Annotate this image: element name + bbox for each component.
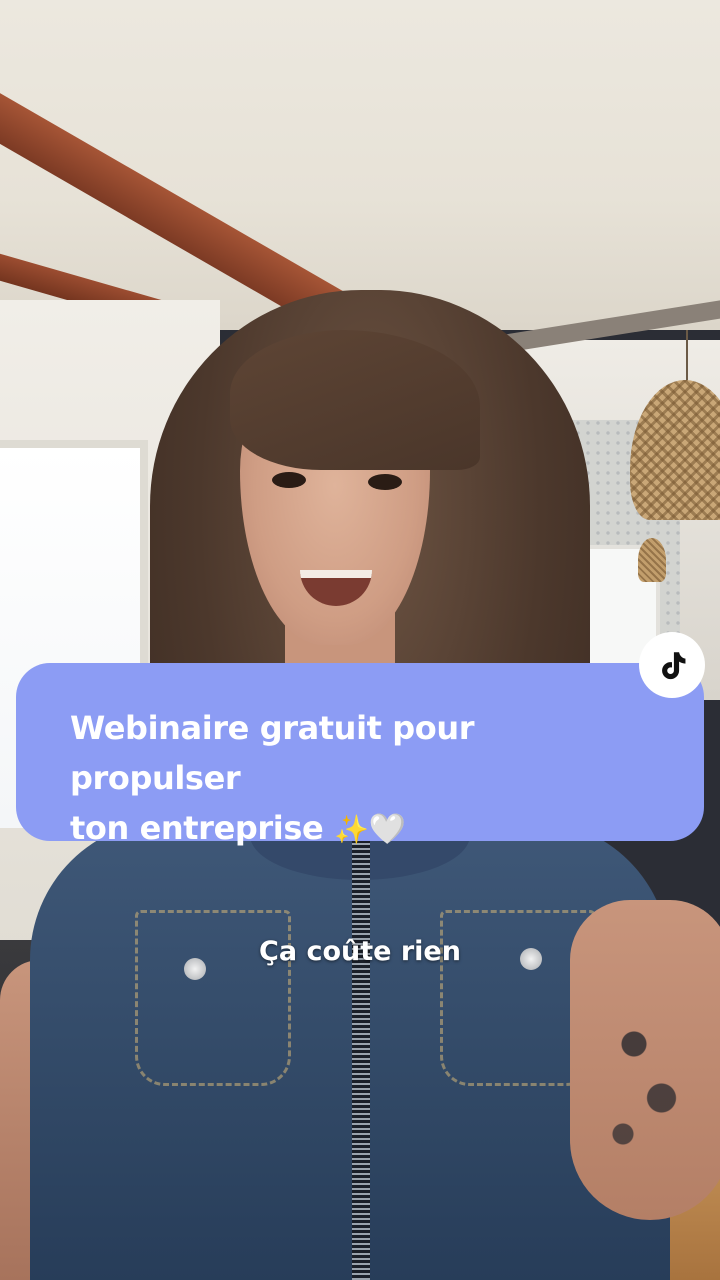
tiktok-icon: [662, 652, 686, 680]
small-pendant-lamp: [638, 538, 666, 582]
white-heart-emoji: 🤍: [368, 812, 406, 847]
caption-line-1: Webinaire gratuit pour propulser: [70, 709, 475, 797]
caption-banner: Webinaire gratuit pour propulser ton ent…: [16, 663, 704, 847]
person-eye-right: [368, 474, 402, 490]
caption-line-2: ton entreprise: [70, 809, 324, 847]
jumpsuit-zipper: [352, 840, 370, 1280]
caption-text: Webinaire gratuit pour propulser ton ent…: [70, 703, 650, 855]
tiktok-badge[interactable]: [639, 632, 705, 698]
sparkles-emoji: ✨: [334, 813, 369, 846]
video-frame: Webinaire gratuit pour propulser ton ent…: [0, 0, 720, 1280]
person-eye-left: [272, 472, 306, 488]
video-subtitle: Ça coûte rien: [259, 936, 461, 967]
arm-tattoo: [590, 990, 700, 1170]
